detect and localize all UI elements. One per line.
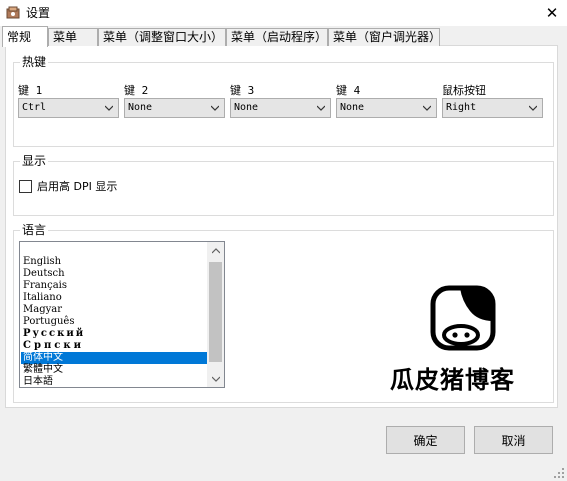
close-button[interactable]: ✕ <box>537 0 567 26</box>
chevron-down-icon <box>529 105 537 111</box>
tab-menu-dimmer[interactable]: 菜单（窗户调光器） <box>328 28 441 46</box>
chevron-down-icon <box>211 105 219 111</box>
scroll-up-icon <box>211 247 220 253</box>
chevron-down-icon <box>105 105 113 111</box>
mouse-button-value: Right <box>446 102 477 113</box>
key2-select[interactable]: None <box>124 98 225 118</box>
window-title: 设置 <box>26 6 51 20</box>
scroll-thumb[interactable] <box>209 262 222 362</box>
hotkeys-group-label: 热键 <box>20 54 49 70</box>
list-item-selected[interactable]: 简体中文 <box>21 352 207 364</box>
tab-menu-launch[interactable]: 菜单（启动程序） <box>226 28 328 46</box>
watermark-logo: 瓜皮猪博客 <box>390 285 540 395</box>
key3-label: 键 3 <box>230 84 255 97</box>
key4-label: 键 4 <box>336 84 361 97</box>
high-dpi-label[interactable]: 启用高 DPI 显示 <box>37 180 117 194</box>
list-item[interactable]: English <box>21 256 207 268</box>
tab-menu-resize[interactable]: 菜单（调整窗口大小） <box>98 28 226 46</box>
list-item[interactable]: Italiano <box>21 292 207 304</box>
scroll-down-icon <box>211 376 220 382</box>
key1-label: 键 1 <box>18 84 43 97</box>
scroll-up-button[interactable] <box>207 242 224 259</box>
chevron-down-icon <box>423 105 431 111</box>
key3-value: None <box>234 102 259 113</box>
cancel-button[interactable]: 取消 <box>474 426 553 454</box>
watermark-text: 瓜皮猪博客 <box>390 366 515 394</box>
resize-grip-icon[interactable] <box>553 467 565 479</box>
list-item[interactable]: Русский <box>21 328 207 340</box>
key2-value: None <box>128 102 153 113</box>
mouse-button-label: 鼠标按钮 <box>442 84 486 97</box>
tab-menu[interactable]: 菜单 <box>48 28 98 46</box>
key1-value: Ctrl <box>22 102 47 113</box>
list-item[interactable]: Português <box>21 316 207 328</box>
list-item[interactable]: Magyar <box>21 304 207 316</box>
key4-value: None <box>340 102 365 113</box>
list-item[interactable]: Français <box>21 280 207 292</box>
language-group-label: 语言 <box>20 222 49 238</box>
title-bar: 设置 ✕ <box>0 0 567 26</box>
key1-select[interactable]: Ctrl <box>18 98 119 118</box>
key2-label: 键 2 <box>124 84 149 97</box>
list-item[interactable]: Српски <box>21 340 207 352</box>
scroll-down-button[interactable] <box>207 370 224 387</box>
tab-strip: 常规 菜单 菜单（调整窗口大小） 菜单（启动程序） 菜单（窗户调光器） <box>0 26 567 47</box>
pig-logo-icon <box>430 285 496 351</box>
chevron-down-icon <box>317 105 325 111</box>
display-group-label: 显示 <box>20 153 49 169</box>
list-item[interactable]: Deutsch <box>21 268 207 280</box>
language-list-scrollbar[interactable] <box>207 242 224 387</box>
tab-general[interactable]: 常规 <box>2 26 48 47</box>
list-item[interactable]: 繁體中文 <box>21 364 207 376</box>
language-list[interactable]: English Deutsch Français Italiano Magyar… <box>19 241 225 388</box>
close-icon: ✕ <box>545 3 559 22</box>
app-icon <box>6 6 20 19</box>
key4-select[interactable]: None <box>336 98 437 118</box>
ok-button[interactable]: 确定 <box>386 426 465 454</box>
high-dpi-checkbox[interactable] <box>19 180 32 193</box>
mouse-button-select[interactable]: Right <box>442 98 543 118</box>
list-item[interactable]: 日本語 <box>21 376 207 387</box>
key3-select[interactable]: None <box>230 98 331 118</box>
